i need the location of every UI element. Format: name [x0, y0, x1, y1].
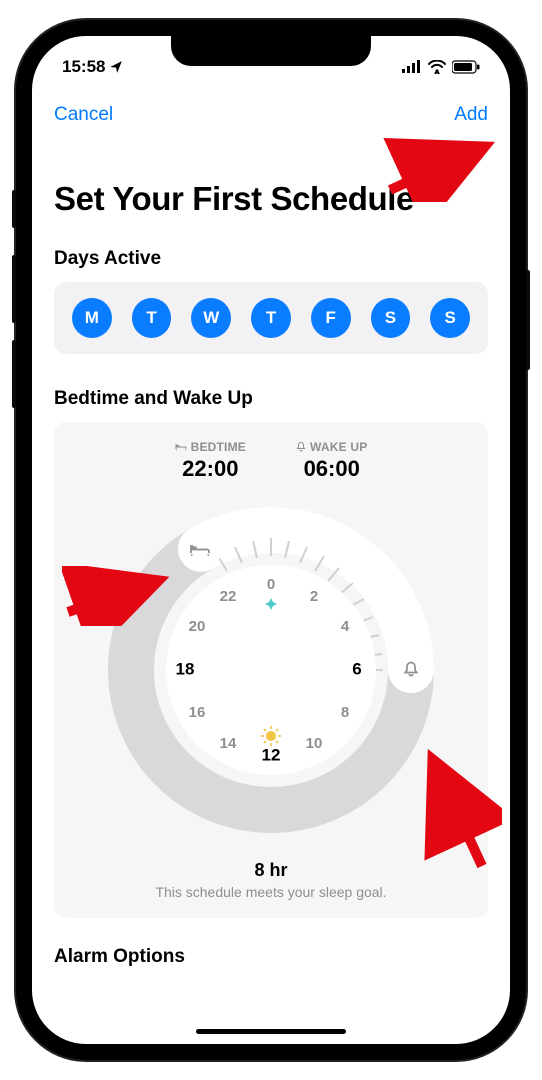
- wakeup-value: 06:00: [296, 456, 367, 482]
- clock-8: 8: [341, 704, 349, 721]
- cellular-icon: [402, 60, 422, 74]
- bedtime-handle[interactable]: [180, 528, 222, 570]
- wifi-icon: [428, 60, 446, 74]
- sleep-duration: 8 hr: [72, 860, 470, 881]
- volume-up-button: [12, 255, 16, 323]
- clock-16: 16: [189, 704, 206, 721]
- day-toggle-mon[interactable]: M: [72, 298, 112, 338]
- clock-12: 12: [262, 745, 281, 764]
- alarm-options-heading: Alarm Options: [54, 946, 488, 968]
- bedtime-label: BEDTIME: [191, 440, 246, 454]
- clock-4: 4: [341, 618, 350, 635]
- day-toggle-fri[interactable]: F: [311, 298, 351, 338]
- bedtime-heading: Bedtime and Wake Up: [54, 388, 488, 410]
- day-toggle-wed[interactable]: W: [191, 298, 231, 338]
- battery-icon: [452, 60, 480, 74]
- day-toggle-sat[interactable]: S: [371, 298, 411, 338]
- sleep-goal-text: This schedule meets your sleep goal.: [72, 884, 470, 900]
- clock-14: 14: [220, 735, 237, 752]
- nav-bar: Cancel Add: [32, 84, 510, 138]
- clock-20: 20: [189, 618, 206, 635]
- bell-icon: [296, 441, 306, 453]
- status-time: 15:58: [62, 57, 105, 77]
- wakeup-label: WAKE UP: [310, 440, 367, 454]
- clock-22: 22: [220, 588, 237, 605]
- mute-switch: [12, 190, 16, 228]
- clock-2: 2: [310, 588, 318, 605]
- sun-icon: [261, 726, 281, 746]
- add-button[interactable]: Add: [454, 104, 488, 126]
- notch: [171, 36, 371, 66]
- bedtime-card: BEDTIME 22:00 WAKE UP 06:00: [54, 422, 488, 918]
- sleep-dial[interactable]: 0 2 4 6 8 10 12 14 16 18 20 22: [101, 500, 441, 840]
- volume-down-button: [12, 340, 16, 408]
- day-toggle-sun[interactable]: S: [430, 298, 470, 338]
- day-toggle-thu[interactable]: T: [251, 298, 291, 338]
- wakeup-handle[interactable]: [390, 649, 432, 691]
- days-active-heading: Days Active: [54, 248, 488, 270]
- page-title: Set Your First Schedule: [54, 180, 488, 218]
- power-button: [526, 270, 530, 370]
- bedtime-value: 22:00: [175, 456, 246, 482]
- day-toggle-tue[interactable]: T: [132, 298, 172, 338]
- clock-0: 0: [267, 576, 275, 593]
- cancel-button[interactable]: Cancel: [54, 104, 113, 126]
- days-active-card: M T W T F S S: [54, 282, 488, 354]
- clock-18: 18: [176, 659, 195, 678]
- location-icon: [109, 60, 123, 74]
- phone-frame: 15:58 Cancel Add: [16, 20, 526, 1060]
- clock-6: 6: [352, 659, 361, 678]
- home-indicator[interactable]: [196, 1029, 346, 1034]
- clock-10: 10: [306, 735, 323, 752]
- bed-icon: [175, 442, 187, 452]
- phone-screen: 15:58 Cancel Add: [32, 36, 510, 1044]
